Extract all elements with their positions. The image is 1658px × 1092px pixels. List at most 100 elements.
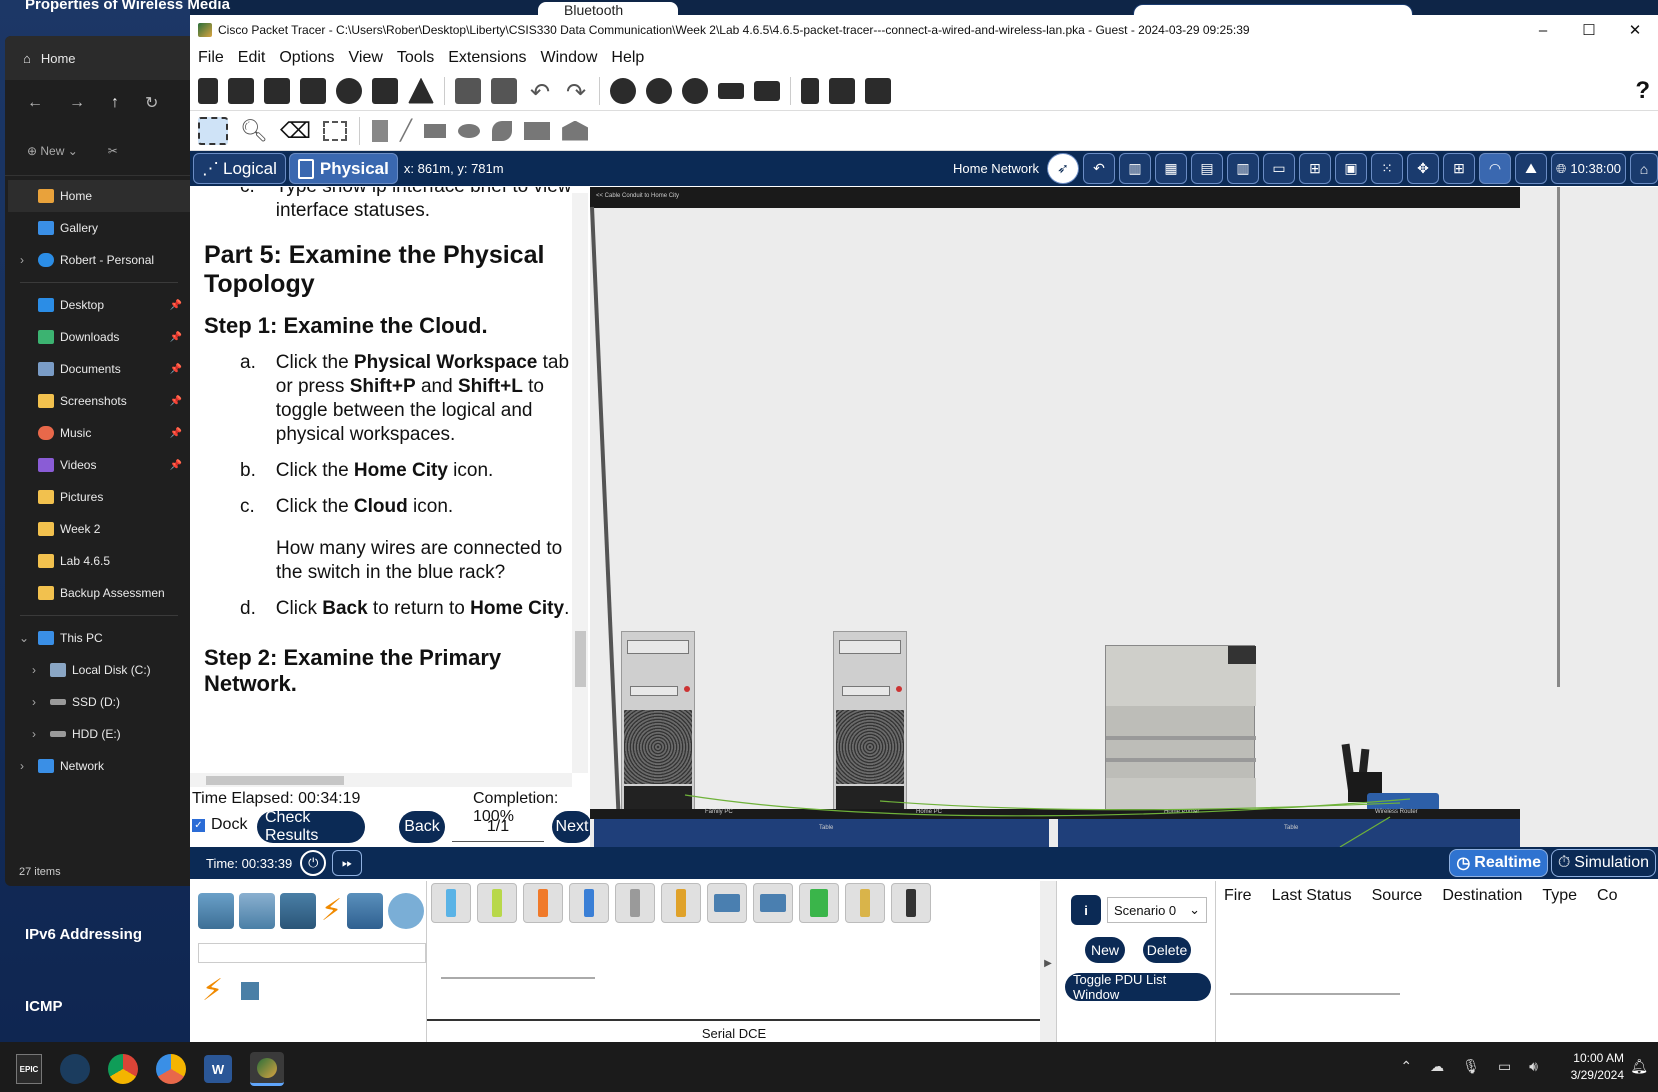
simple-pdu-icon[interactable] bbox=[524, 121, 551, 140]
pdu-col-last-status[interactable]: Last Status bbox=[1272, 887, 1352, 905]
background-image-icon[interactable]: ⛰ bbox=[1514, 153, 1547, 184]
scrollbar-thumb[interactable] bbox=[206, 776, 344, 785]
toggle-pdu-list-button[interactable]: Toggle PDU List Window bbox=[1065, 972, 1211, 1002]
nav-gallery[interactable]: Gallery bbox=[8, 212, 190, 244]
device-search-box[interactable] bbox=[198, 943, 426, 963]
select-icon[interactable] bbox=[198, 116, 228, 145]
menu-view[interactable]: View bbox=[349, 49, 383, 67]
display-icon[interactable]: ▭ bbox=[1498, 1058, 1511, 1075]
clock[interactable]: 🌐︎ 10:38:00 bbox=[1550, 153, 1626, 184]
menu-extensions[interactable]: Extensions bbox=[448, 49, 526, 67]
coaxial-cable-icon[interactable] bbox=[707, 883, 747, 923]
wireless-icon[interactable]: ◠ bbox=[1478, 153, 1511, 184]
connections-subcategory-icon[interactable]: ⚡︎ bbox=[202, 973, 223, 1008]
collapse-arrow-icon[interactable]: ▶ bbox=[1040, 881, 1056, 1045]
pdu-col-destination[interactable]: Destination bbox=[1442, 887, 1522, 905]
freeform-icon[interactable] bbox=[492, 120, 513, 141]
print-icon[interactable] bbox=[300, 77, 326, 104]
copy-icon[interactable] bbox=[455, 77, 481, 104]
fiber-cable-icon[interactable] bbox=[615, 883, 655, 923]
menu-window[interactable]: Window bbox=[541, 49, 598, 67]
nav-week2[interactable]: Week 2 bbox=[8, 513, 190, 545]
inspect-icon[interactable]: 🔍︎ bbox=[240, 118, 268, 144]
tab-physical[interactable]: Physical bbox=[288, 153, 398, 184]
microphone-icon[interactable]: 🎙︎ bbox=[1462, 1058, 1480, 1075]
info-icon[interactable] bbox=[336, 77, 362, 104]
nav-ssd[interactable]: › SSD (D:) bbox=[8, 686, 190, 718]
zoom-reset-icon[interactable] bbox=[646, 77, 672, 104]
chevron-right-icon[interactable]: › bbox=[32, 663, 36, 677]
background-ipv6-label[interactable]: IPv6 Addressing bbox=[25, 926, 142, 943]
menu-edit[interactable]: Edit bbox=[238, 49, 266, 67]
draw-ellipse-icon[interactable] bbox=[458, 123, 481, 138]
pdu-col-type[interactable]: Type bbox=[1542, 887, 1577, 905]
nav-hdd[interactable]: › HDD (E:) bbox=[8, 718, 190, 750]
components-icon[interactable] bbox=[280, 893, 316, 929]
menu-tools[interactable]: Tools bbox=[397, 49, 434, 67]
chrome-icon[interactable] bbox=[108, 1054, 138, 1084]
undo-icon[interactable]: ↶ bbox=[527, 78, 553, 106]
nav-desktop[interactable]: Desktop 📌 bbox=[8, 289, 190, 321]
network-info-icon[interactable] bbox=[408, 77, 434, 104]
delete-icon[interactable]: ⌫ bbox=[280, 118, 311, 144]
chevron-up-icon[interactable]: ⌃ bbox=[1400, 1058, 1412, 1075]
crossover-cable-icon[interactable] bbox=[569, 883, 609, 923]
new-table-icon[interactable]: ▭ bbox=[1262, 153, 1295, 184]
back-icon[interactable]: ↶ bbox=[1082, 153, 1115, 184]
nav-thispc[interactable]: ⌄ This PC bbox=[8, 622, 190, 654]
chrome-canary-icon[interactable] bbox=[156, 1054, 186, 1084]
checkbox-icon[interactable]: ✓ bbox=[192, 818, 205, 832]
cable-conduit-bar[interactable]: << Cable Conduit to Home City bbox=[590, 187, 1520, 208]
draw-rectangle-icon[interactable] bbox=[424, 123, 447, 138]
multiuser-icon[interactable] bbox=[388, 893, 425, 929]
chevron-right-icon[interactable]: › bbox=[20, 253, 24, 267]
workspace-scrollbar[interactable] bbox=[1557, 187, 1560, 687]
new-building-icon[interactable]: ▦ bbox=[1154, 153, 1187, 184]
new-closet-icon[interactable]: ▤ bbox=[1190, 153, 1223, 184]
nav-backup[interactable]: Backup Assessmen bbox=[8, 577, 190, 609]
help-question-icon[interactable]: ? bbox=[1635, 77, 1650, 105]
open-folder-icon[interactable] bbox=[228, 77, 254, 104]
grid-icon[interactable]: ▣ bbox=[1334, 153, 1367, 184]
redo-icon[interactable]: ↷ bbox=[563, 78, 589, 106]
refresh-icon[interactable]: ↻ bbox=[145, 93, 158, 113]
nav-home[interactable]: Home bbox=[8, 180, 190, 212]
camera-icon[interactable] bbox=[865, 77, 891, 104]
delete-scenario-button[interactable]: Delete bbox=[1143, 937, 1191, 963]
epic-games-icon[interactable]: EPIC bbox=[16, 1054, 42, 1084]
chevron-down-icon[interactable]: ⌄ bbox=[19, 631, 29, 645]
cable-panel-scrollbar[interactable] bbox=[441, 977, 595, 979]
pdu-col-color[interactable]: Co bbox=[1597, 887, 1617, 905]
new-scenario-button[interactable]: New bbox=[1085, 937, 1125, 963]
chevron-right-icon[interactable]: › bbox=[32, 727, 36, 741]
miscellaneous-icon[interactable] bbox=[347, 893, 384, 929]
new-city-icon[interactable]: ▥ bbox=[1118, 153, 1151, 184]
realtime-button[interactable]: ◷ Realtime bbox=[1449, 849, 1548, 877]
palette-icon[interactable] bbox=[718, 82, 744, 99]
home-printer[interactable] bbox=[1105, 645, 1256, 810]
explorer-tab[interactable]: ⌂ Home bbox=[5, 36, 190, 80]
home-icon[interactable]: ⌂ bbox=[1630, 153, 1658, 184]
taskbar-clock[interactable]: 10:00 AM 3/29/2024 bbox=[1571, 1050, 1624, 1084]
power-cycle-icon[interactable]: ⏻ bbox=[300, 850, 327, 876]
serial-dce-cable-icon[interactable] bbox=[753, 883, 793, 923]
new-file-icon[interactable] bbox=[198, 77, 218, 104]
straight-through-cable-icon[interactable] bbox=[523, 883, 563, 923]
scenario-info-icon[interactable]: i bbox=[1071, 895, 1101, 925]
back-button[interactable]: Back bbox=[399, 811, 445, 843]
menu-options[interactable]: Options bbox=[279, 49, 334, 67]
end-devices-icon[interactable] bbox=[239, 893, 275, 929]
up-arrow-icon[interactable]: ↑ bbox=[111, 94, 119, 112]
tab-logical[interactable]: ⋰ Logical bbox=[193, 153, 286, 184]
family-pc[interactable] bbox=[621, 631, 695, 811]
cluster-icon[interactable]: ⁙ bbox=[1370, 153, 1403, 184]
resize-shape-icon[interactable] bbox=[323, 120, 348, 141]
zoom-out-icon[interactable] bbox=[682, 77, 708, 104]
nav-lab[interactable]: Lab 4.6.5 bbox=[8, 545, 190, 577]
home-pc[interactable] bbox=[833, 631, 907, 811]
chevron-right-icon[interactable]: › bbox=[20, 759, 24, 773]
phone-cable-icon[interactable] bbox=[661, 883, 701, 923]
draw-line-icon[interactable]: ╱ bbox=[400, 118, 412, 143]
back-arrow-icon[interactable]: ← bbox=[27, 94, 43, 112]
check-results-button[interactable]: Check Results bbox=[257, 809, 365, 844]
